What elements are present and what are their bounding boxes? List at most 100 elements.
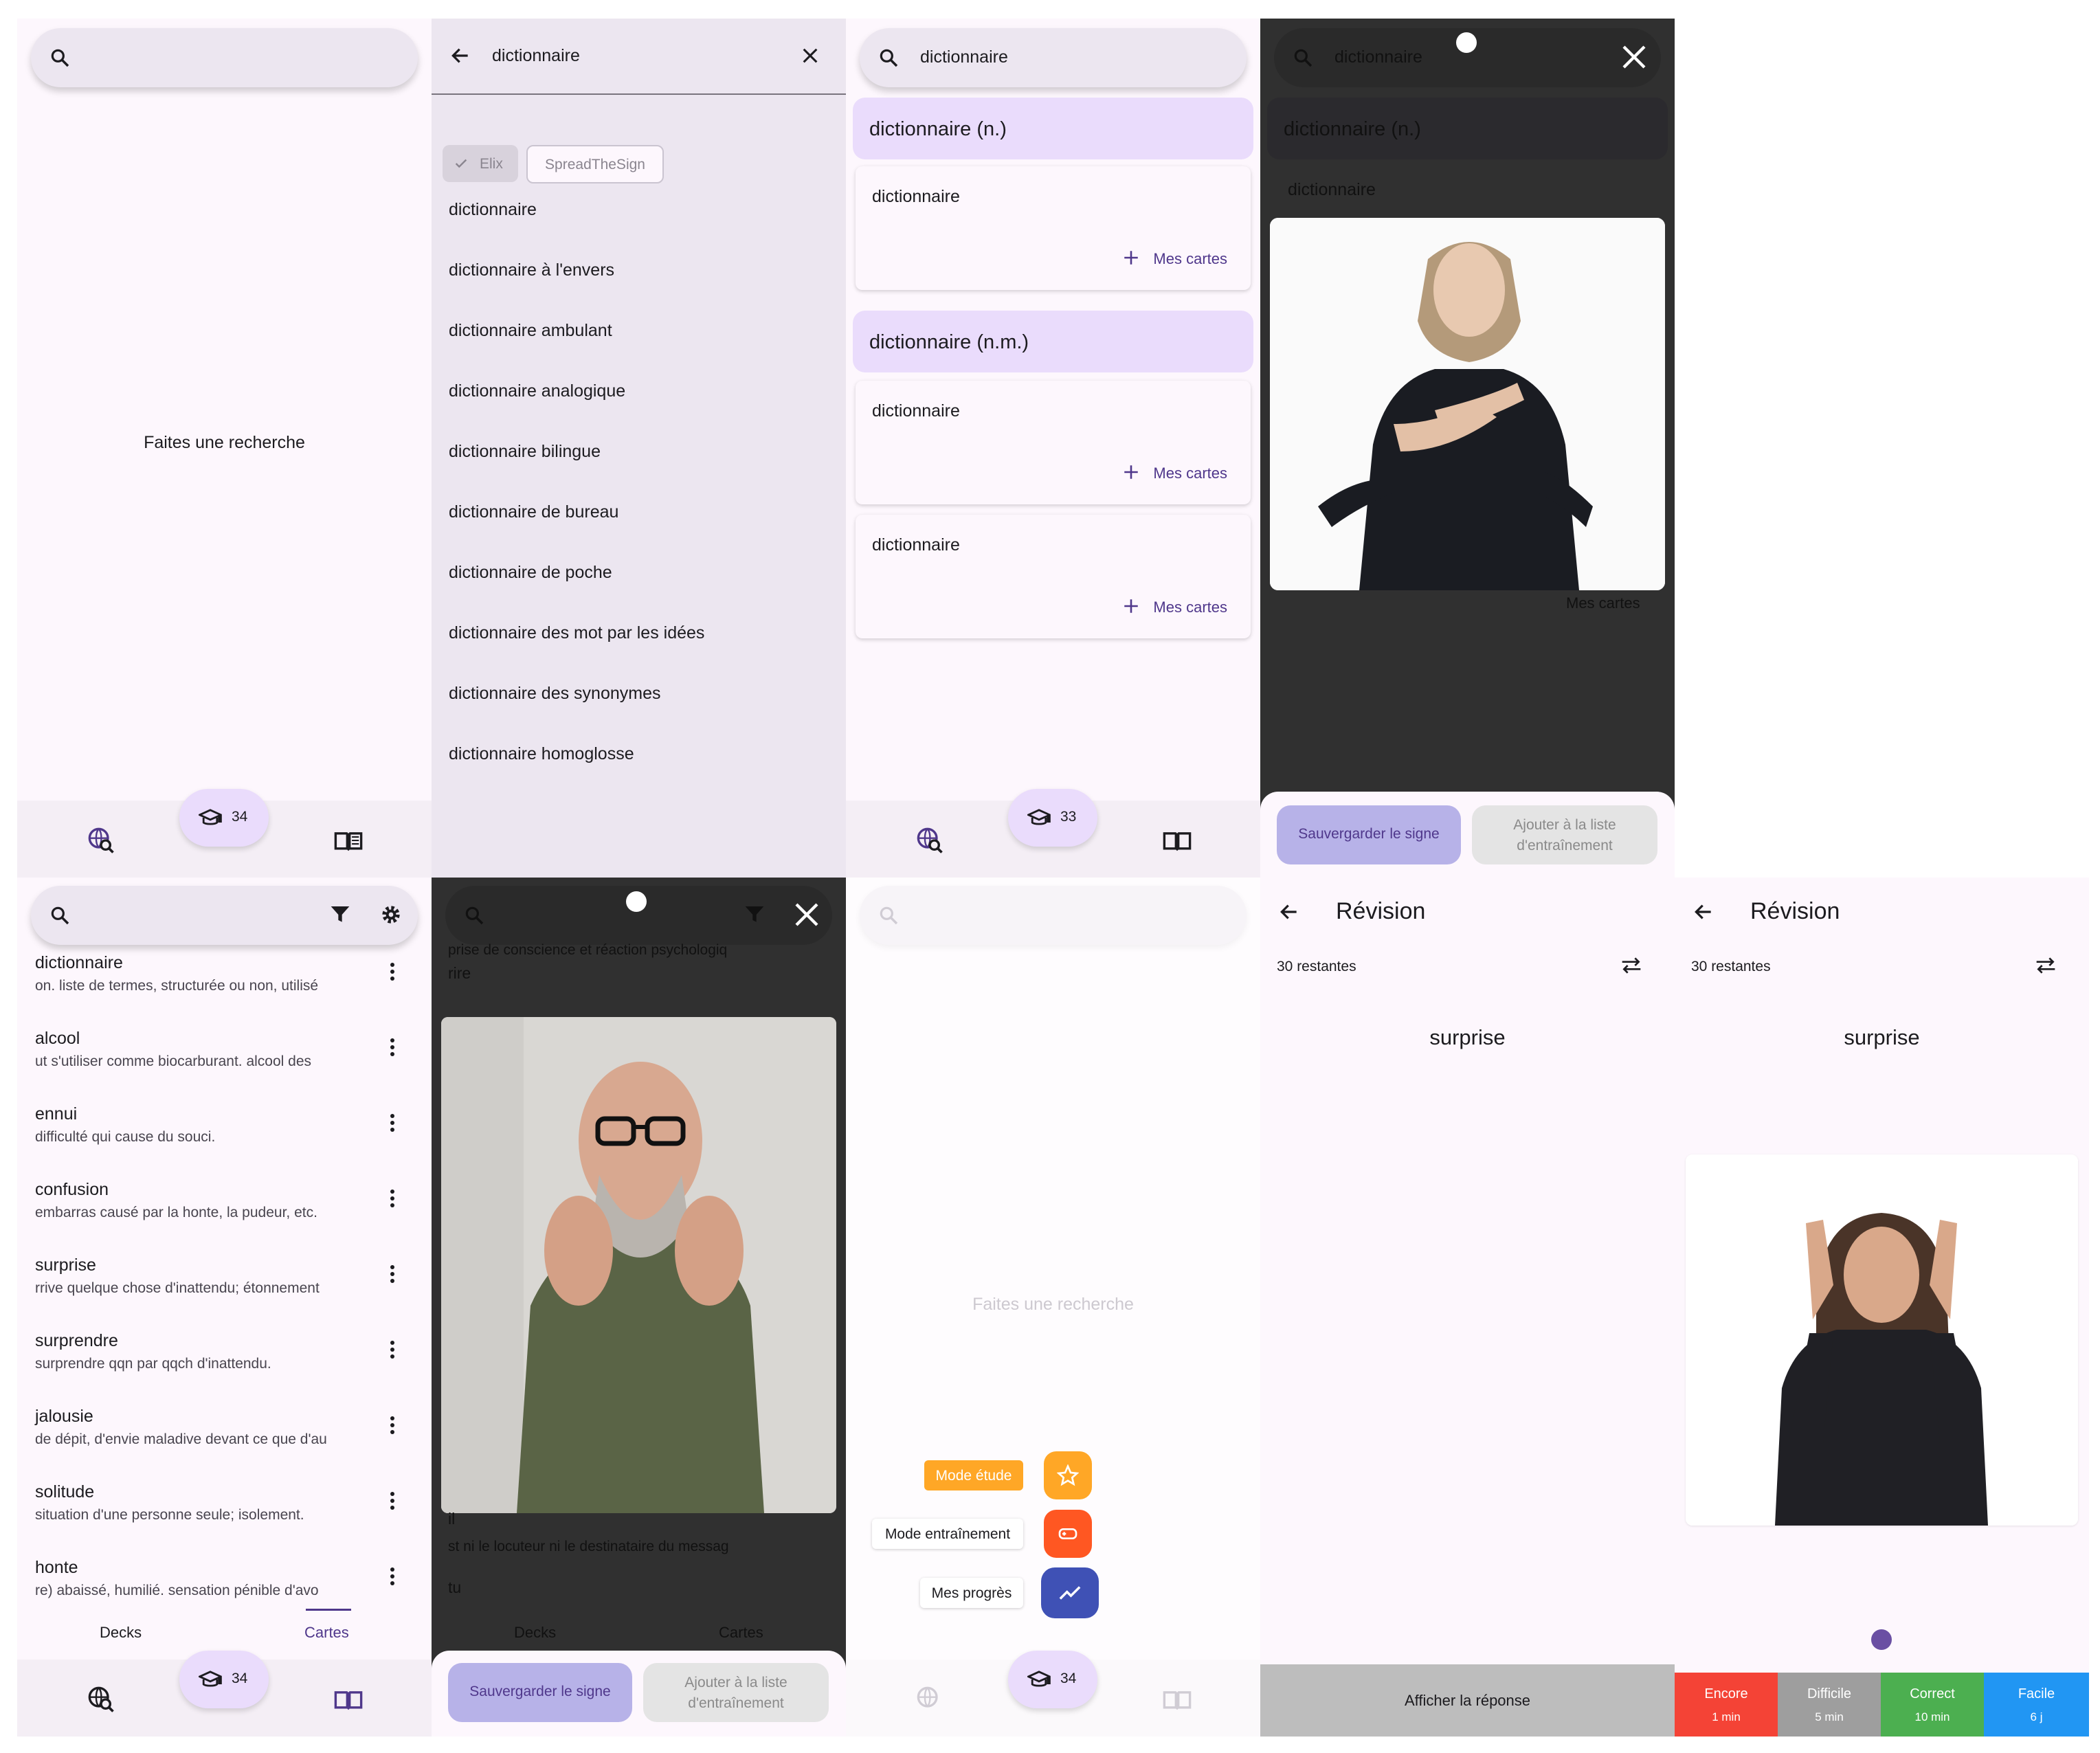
row-definition: de dépit, d'envie maladive devant ce que… — [35, 1431, 327, 1447]
row-word: alcool — [35, 1029, 80, 1048]
list-item[interactable]: dictionnaire on. liste de termes, structu… — [17, 953, 432, 1022]
search-globe-icon[interactable] — [87, 827, 115, 854]
list-item[interactable]: ennui difficulté qui cause du souci. — [17, 1104, 432, 1173]
mode-entrainement-label[interactable]: Mode entraînement — [872, 1519, 1023, 1549]
badge-count: 34 — [1060, 1671, 1077, 1686]
suggestion-item[interactable]: dictionnaire de poche — [449, 563, 612, 583]
result-card[interactable]: dictionnaire Mes cartes — [856, 381, 1251, 504]
chip-spreadthesign[interactable]: SpreadTheSign — [526, 145, 664, 183]
suggestion-item[interactable]: dictionnaire des synonymes — [449, 684, 661, 704]
filter-icon[interactable] — [329, 904, 351, 926]
row-word: rire — [448, 964, 471, 982]
close-icon[interactable] — [1620, 43, 1648, 71]
search-icon — [463, 904, 485, 926]
book-icon[interactable] — [333, 828, 364, 853]
result-group-header: dictionnaire (n.) — [1267, 98, 1668, 159]
filter-icon — [744, 904, 766, 926]
search-bar[interactable] — [31, 886, 418, 945]
suggestion-item[interactable]: dictionnaire de bureau — [449, 502, 618, 522]
plus-icon[interactable] — [1122, 249, 1140, 267]
sign-video[interactable] — [1686, 1154, 2078, 1526]
save-sign-button[interactable]: Sauvergarder le signe — [448, 1663, 632, 1722]
study-count-button[interactable]: 33 — [1008, 789, 1097, 847]
list-item[interactable]: surprise rrive quelque chose d'inattendu;… — [17, 1255, 432, 1324]
save-sign-button[interactable]: Sauvergarder le signe — [1277, 805, 1461, 864]
back-arrow-icon[interactable] — [1278, 901, 1300, 923]
mode-entrainement-button[interactable] — [1044, 1510, 1092, 1558]
close-icon[interactable] — [793, 901, 820, 928]
list-item[interactable]: solitude situation d'une personne seule; … — [17, 1482, 432, 1551]
result-card[interactable]: dictionnaire Mes cartes — [856, 166, 1251, 290]
add-to-cards-button[interactable]: Mes cartes — [1153, 465, 1227, 482]
tab-cartes[interactable]: Cartes — [304, 1624, 349, 1642]
search-globe-icon[interactable] — [916, 827, 943, 854]
suggestion-item[interactable]: dictionnaire — [449, 200, 537, 220]
suggestion-item[interactable]: dictionnaire homoglosse — [449, 744, 634, 764]
sign-video[interactable] — [1270, 218, 1665, 590]
search-query[interactable]: dictionnaire — [492, 46, 580, 66]
mode-etude-button[interactable] — [1044, 1451, 1092, 1499]
search-bar[interactable]: dictionnaire — [860, 28, 1247, 87]
grade-encore-button[interactable]: Encore 1 min — [1675, 1673, 1778, 1737]
suggestion-item[interactable]: dictionnaire bilingue — [449, 442, 601, 462]
book-icon[interactable] — [1162, 828, 1192, 853]
more-vert-icon[interactable] — [388, 1113, 396, 1137]
row-definition: rrive quelque chose d'inattendu; étonnem… — [35, 1280, 320, 1296]
mes-progres-button[interactable] — [1041, 1567, 1099, 1618]
add-training-button[interactable]: Ajouter à la liste d'entraînement — [643, 1663, 829, 1722]
tab-decks[interactable]: Decks — [100, 1624, 142, 1642]
mode-etude-label[interactable]: Mode étude — [924, 1460, 1023, 1490]
search-query: dictionnaire — [1334, 47, 1422, 67]
list-item[interactable]: jalousie de dépit, d'envie maladive devan… — [17, 1407, 432, 1475]
result-card[interactable]: dictionnaire Mes cartes — [856, 515, 1251, 638]
back-arrow-icon[interactable] — [449, 45, 471, 67]
more-vert-icon[interactable] — [388, 1037, 396, 1061]
list-item[interactable]: surprendre surprendre qqn par qqch d'inat… — [17, 1331, 432, 1400]
more-vert-icon[interactable] — [388, 1264, 396, 1288]
swap-icon[interactable] — [1620, 956, 1642, 975]
more-vert-icon[interactable] — [388, 1490, 396, 1515]
suggestion-item[interactable]: dictionnaire ambulant — [449, 321, 612, 341]
clear-icon[interactable] — [801, 46, 820, 65]
grade-difficile-button[interactable]: Difficile 5 min — [1778, 1673, 1881, 1737]
show-answer-button[interactable]: Afficher la réponse — [1260, 1664, 1675, 1737]
study-count-button[interactable]: 34 — [179, 789, 269, 847]
chip-elix[interactable]: Elix — [443, 145, 518, 182]
add-to-cards-button[interactable]: Mes cartes — [1153, 599, 1227, 616]
more-vert-icon[interactable] — [388, 1415, 396, 1439]
suggestion-item[interactable]: dictionnaire des mot par les idées — [449, 623, 704, 643]
plus-icon[interactable] — [1122, 463, 1140, 481]
more-vert-icon[interactable] — [388, 1188, 396, 1212]
swap-icon[interactable] — [2035, 956, 2057, 975]
study-count-button[interactable]: 34 — [179, 1651, 269, 1708]
gear-icon[interactable] — [380, 904, 402, 926]
list-item[interactable]: alcool ut s'utiliser comme biocarburant. … — [17, 1029, 432, 1097]
study-count-button[interactable]: 34 — [1008, 1651, 1097, 1708]
panel-search-empty: Faites une recherche 34 — [17, 19, 432, 878]
list-item[interactable]: honte re) abaissé, humilié. sensation pén… — [17, 1558, 432, 1627]
plus-icon[interactable] — [1122, 597, 1140, 615]
result-group-header: dictionnaire (n.m.) — [853, 311, 1253, 372]
add-training-button[interactable]: Ajouter à la liste d'entraînement — [1472, 805, 1657, 864]
grade-facile-button[interactable]: Facile 6 j — [1984, 1673, 2089, 1737]
suggestion-item[interactable]: dictionnaire analogique — [449, 381, 625, 401]
search-bar[interactable] — [31, 28, 418, 87]
list-item[interactable]: confusion embarras causé par la honte, la… — [17, 1180, 432, 1249]
more-vert-icon[interactable] — [388, 961, 396, 985]
back-arrow-icon[interactable] — [1693, 901, 1714, 923]
search-globe-icon[interactable] — [87, 1686, 115, 1713]
grade-correct-button[interactable]: Correct 10 min — [1881, 1673, 1984, 1737]
suggestion-item[interactable]: dictionnaire à l'envers — [449, 260, 614, 280]
grade-bar: Encore 1 min Difficile 5 min Correct 10 … — [1675, 1673, 2089, 1737]
signer-man-image — [441, 1017, 836, 1513]
more-vert-icon[interactable] — [388, 1339, 396, 1363]
row-definition: ut s'utiliser comme biocarburant. alcool… — [35, 1053, 312, 1069]
book-icon[interactable] — [333, 1687, 364, 1712]
row-word: ennui — [35, 1104, 78, 1124]
panel-video-modal: dictionnaire dictionnaire (n.) dictionna… — [1260, 19, 1675, 878]
mes-progres-label[interactable]: Mes progrès — [920, 1578, 1023, 1608]
more-vert-icon[interactable] — [388, 1566, 396, 1590]
sign-video[interactable] — [441, 1017, 836, 1513]
row-definition: difficulté qui cause du souci. — [35, 1129, 216, 1145]
add-to-cards-button[interactable]: Mes cartes — [1153, 250, 1227, 268]
